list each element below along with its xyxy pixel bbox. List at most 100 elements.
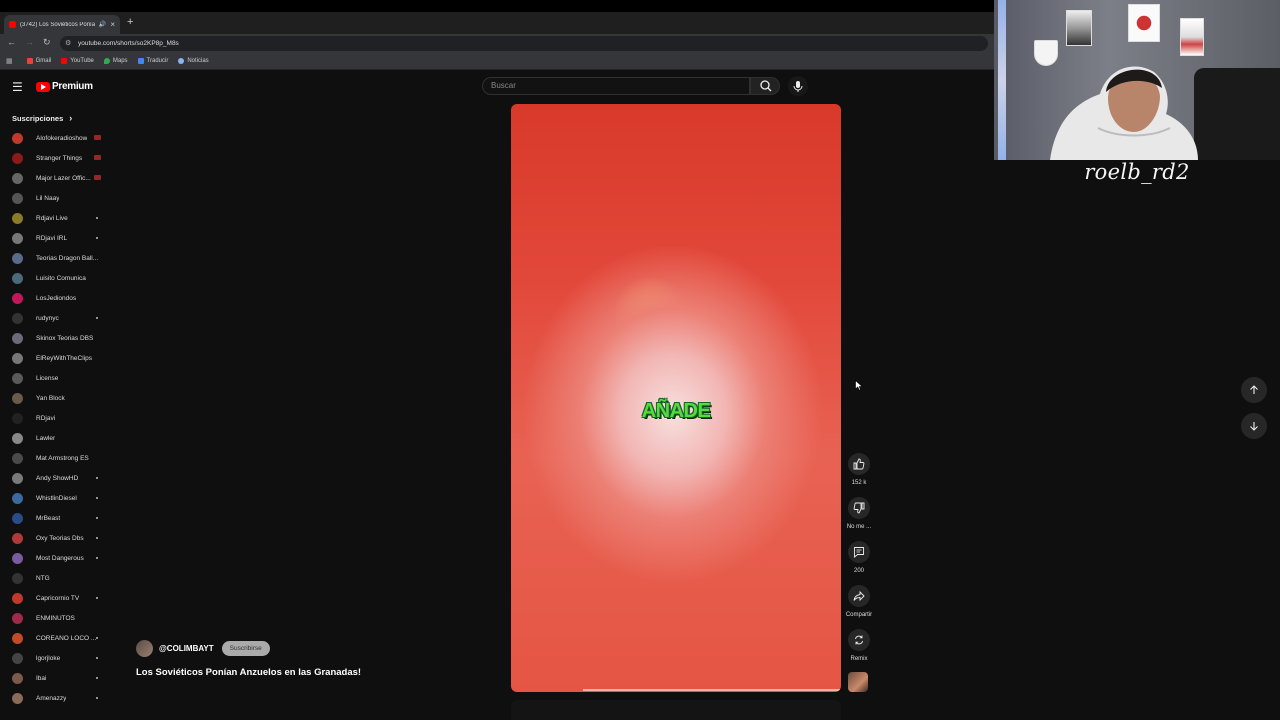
sidebar-item-subscription[interactable]: Yan Block [0,388,114,408]
sidebar-item-label: Luisito Comunica [36,274,86,282]
new-content-dot [96,517,98,519]
sidebar-item-label: Lawler [36,434,56,442]
voice-search-button[interactable] [788,76,808,96]
youtube-logo[interactable]: Premium [36,81,93,92]
like-button[interactable]: 152 k [843,453,875,486]
new-tab-icon[interactable]: + [127,16,133,28]
next-short-preview[interactable] [511,700,841,720]
sidebar-item-subscription[interactable]: Major Lazer Offic... [0,168,114,188]
sidebar-item-label: Lil Naay [36,194,60,202]
channel-avatar [12,192,23,204]
forward-icon[interactable]: → [25,37,34,47]
comments-button[interactable]: 200 [843,541,875,574]
sidebar-item-subscription[interactable]: Teorias Dragon Ball... [0,248,114,268]
sidebar-item-subscription[interactable]: License [0,368,114,388]
back-icon[interactable]: ← [7,37,16,47]
search-button[interactable] [750,77,780,95]
channel-avatar[interactable] [136,640,153,657]
close-tab-icon[interactable]: × [110,20,115,29]
sidebar-item-label: Rdjavi Live [36,214,68,222]
apps-grid-icon[interactable]: ▦ [6,57,13,65]
sidebar-item-subscription[interactable]: Stranger Things [0,148,114,168]
sidebar-item-subscription[interactable]: Mat Armstrong ES [0,448,114,468]
sidebar-item-subscription[interactable]: Most Dangerous [0,548,114,568]
live-indicator-icon [94,155,101,160]
bookmarks-bar: ▦ Gmail YouTube Maps Traducir Noticias [0,53,994,70]
address-bar[interactable]: ⚙ youtube.com/shorts/so2KP8p_M8s [60,36,988,51]
tab-title: (3742) Los Soviéticos Ponían Anzue... [20,21,95,28]
sidebar-item-subscription[interactable]: Alofokeradioshow [0,128,114,148]
sidebar-item-subscription[interactable]: Oxy Teorias Dbs [0,528,114,548]
sidebar-item-subscription[interactable]: Lil Naay [0,188,114,208]
dislike-button[interactable]: No me ... [843,497,875,530]
subscribe-button[interactable]: Suscribirse [221,641,270,656]
logo-text: Premium [52,81,93,92]
new-content-dot [96,477,98,479]
sidebar-item-label: ENMINUTOS [36,614,75,622]
site-info-icon[interactable]: ⚙ [65,36,71,51]
live-indicator-icon [94,135,101,140]
bookmark-gmail[interactable]: Gmail [26,58,51,64]
like-count: 152 k [851,480,867,486]
channel-avatar [12,592,23,604]
channel-avatar [12,432,23,444]
sidebar-item-subscription[interactable]: WhistlinDiesel [0,488,114,508]
sidebar-item-subscription[interactable]: RDjavi IRL [0,228,114,248]
video-title[interactable]: Los Soviéticos Ponían Anzuelos en las Gr… [136,667,361,678]
youtube-masthead: ☰ Premium Buscar [0,71,994,103]
next-short-button[interactable] [1241,413,1267,439]
sidebar-item-label: Oxy Teorias Dbs [36,534,84,542]
sidebar-item-label: Capricornio TV [36,594,80,602]
sidebar-item-label: Amenazzy [36,694,67,702]
sidebar-item-subscription[interactable]: Capricornio TV [0,588,114,608]
sidebar-item-subscription[interactable]: COREANO LOCO ... [0,628,114,648]
youtube-favicon-icon [9,21,16,28]
channel-avatar [12,552,23,564]
sidebar-item-subscription[interactable]: LosJediondos [0,288,114,308]
streamer-figure [1050,66,1198,160]
sidebar-item-label: rudynyc [36,314,59,322]
sidebar-item-label: Major Lazer Offic... [36,174,91,182]
sidebar-item-subscription[interactable]: ENMINUTOS [0,608,114,628]
sidebar-item-subscription[interactable]: Ibai [0,668,114,688]
sidebar-item-label: Mat Armstrong ES [36,454,89,462]
sidebar-item-subscription[interactable]: Amenazzy [0,688,114,708]
sidebar-item-subscription[interactable]: Rdjavi Live [0,208,114,228]
sidebar-item-subscription[interactable]: Andy ShowHD [0,468,114,488]
sidebar-item-subscription[interactable]: RDjavi [0,408,114,428]
bookmark-traducir[interactable]: Traducir [137,58,168,64]
sound-thumbnail[interactable] [848,672,868,692]
reload-icon[interactable]: ↻ [43,37,51,48]
browser-toolbar: ← → ↻ ⚙ youtube.com/shorts/so2KP8p_M8s [0,34,994,53]
channel-name[interactable]: @COLIMBAYT [159,644,214,653]
dislike-label: No me ... [846,524,872,530]
video-progress-bar[interactable] [583,689,841,691]
previous-short-button[interactable] [1241,377,1267,403]
sidebar-item-subscription[interactable]: ElReyWithTheClips [0,348,114,368]
sidebar-item-subscription[interactable]: rudynyc [0,308,114,328]
sidebar-item-subscription[interactable]: Lawler [0,428,114,448]
channel-avatar [12,572,23,584]
sidebar-item-label: Alofokeradioshow [36,134,88,142]
subscriptions-heading[interactable]: Suscripciones › [0,108,114,128]
bookmark-noticias[interactable]: Noticias [178,58,209,64]
short-video-player[interactable]: AÑADE [511,104,841,692]
new-content-dot [96,317,98,319]
sidebar-item-subscription[interactable]: MrBeast [0,508,114,528]
remix-button[interactable]: Remix [843,629,875,662]
new-content-dot [96,677,98,679]
sidebar-item-subscription[interactable]: Luisito Comunica [0,268,114,288]
sidebar-item-subscription[interactable]: Skinox Teorias DBS [0,328,114,348]
sidebar-item-subscription[interactable]: lgorjloke [0,648,114,668]
search-input[interactable]: Buscar [482,77,750,95]
share-button[interactable]: Compartir [843,585,875,618]
gmail-icon [26,58,33,64]
browser-tab[interactable]: (3742) Los Soviéticos Ponían Anzue... 🔊 … [4,15,120,34]
bookmark-youtube[interactable]: YouTube [61,58,94,64]
sidebar-item-subscription[interactable]: NTG [0,568,114,588]
channel-avatar [12,672,23,684]
bookmark-maps[interactable]: Maps [103,58,128,64]
sidebar-item-label: Andy ShowHD [36,474,79,482]
sidebar: Suscripciones › Alofokeradioshow Stranger… [0,108,114,720]
menu-icon[interactable]: ☰ [12,80,23,94]
